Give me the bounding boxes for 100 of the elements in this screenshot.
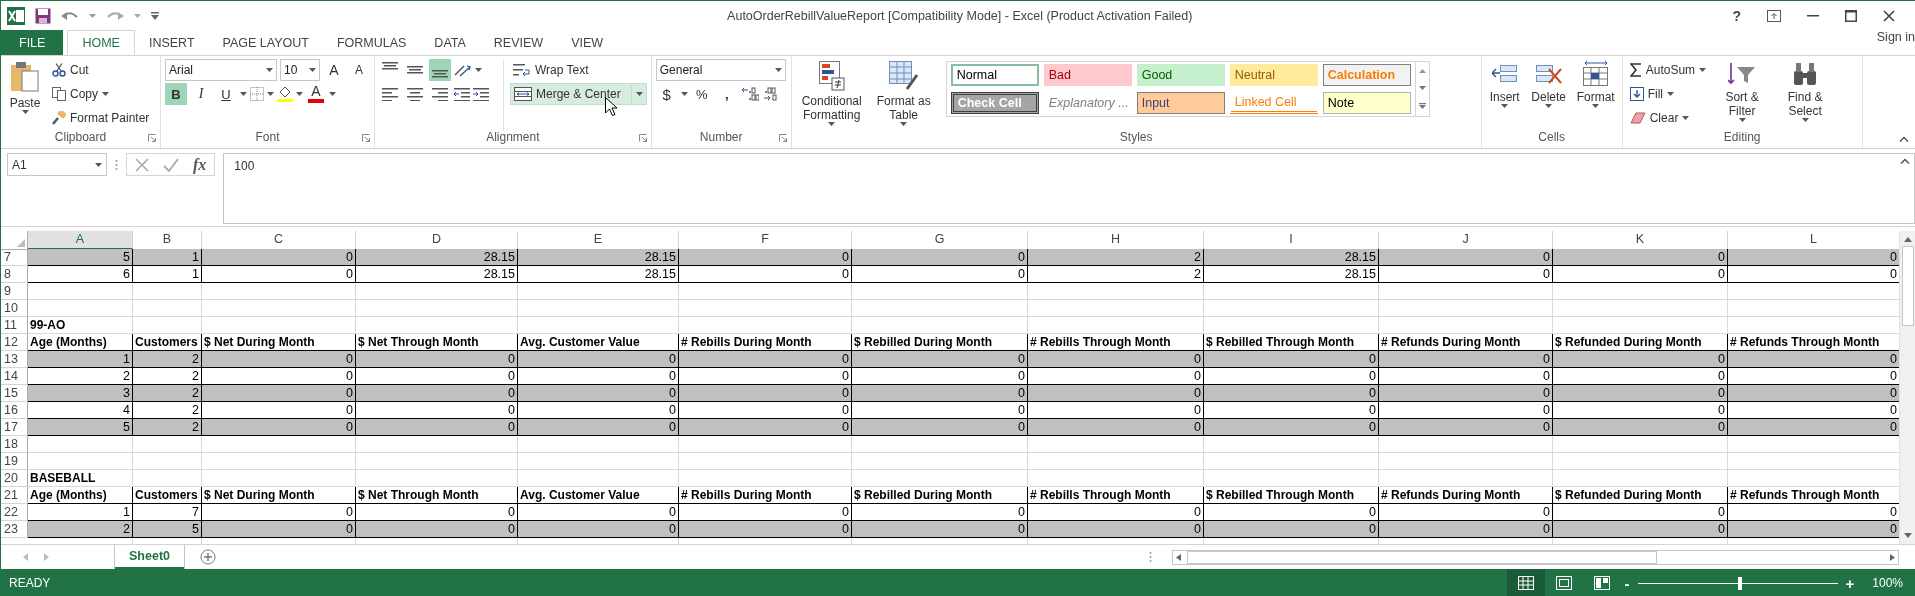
cell-style-option[interactable]: Normal: [950, 64, 1039, 86]
row-header[interactable]: 20: [1, 470, 28, 487]
view-button[interactable]: [1506, 569, 1545, 596]
table-cell: 2: [133, 351, 202, 368]
find-select-button[interactable]: Find & Select: [1775, 59, 1836, 130]
table-cell: 0: [1028, 521, 1204, 538]
insert-button[interactable]: Insert: [1485, 59, 1524, 130]
zoom-slider-thumb[interactable]: [1737, 576, 1742, 590]
ribbon-tab[interactable]: FORMULAS: [322, 30, 421, 55]
paste-button[interactable]: Paste: [5, 59, 45, 130]
zoom-in-button[interactable]: +: [1841, 574, 1859, 592]
table-cell: 5: [28, 249, 133, 266]
row-header[interactable]: 10: [1, 300, 28, 317]
sheet-tab[interactable]: Sheet0: [115, 545, 184, 569]
copy-button[interactable]: Copy: [49, 83, 153, 105]
row-header[interactable]: 22: [1, 504, 28, 521]
fill-button[interactable]: Fill: [1626, 83, 1710, 105]
sigma-icon: [1629, 63, 1642, 77]
row-header[interactable]: 11: [1, 317, 28, 334]
window-title: AutoOrderRebillValueReport [Compatibility Mode] - Excel (Product Activation Failed): [726, 8, 1194, 23]
ribbon-tab[interactable]: VIEW: [557, 30, 618, 55]
caret-icon: [1801, 118, 1809, 122]
insert-function-button[interactable]: fx: [193, 155, 207, 174]
formula-input[interactable]: 100: [223, 153, 1915, 224]
zoom-out-button[interactable]: -: [1620, 574, 1634, 592]
undo-icon: [61, 9, 79, 22]
cell-style-option[interactable]: Note: [1322, 92, 1411, 114]
dialog-launcher-icon: [148, 134, 156, 142]
wrap-text-button[interactable]: Wrap Text: [510, 59, 647, 81]
scrollbar-thumb[interactable]: [1901, 246, 1914, 326]
help-button[interactable]: ?: [1732, 7, 1741, 24]
format-painter-button[interactable]: Format Painter: [49, 107, 153, 129]
row-header[interactable]: 12: [1, 334, 28, 351]
comma-style-button[interactable]: ,: [715, 83, 738, 105]
row-header[interactable]: 16: [1, 402, 28, 419]
binoculars-icon: [1792, 61, 1819, 87]
cell-style-option[interactable]: Input: [1136, 92, 1225, 114]
collapse-formula-bar-icon: [1900, 158, 1910, 164]
row-header[interactable]: 19: [1, 453, 28, 470]
delete-button[interactable]: Delete: [1527, 59, 1570, 130]
table-cell: 0: [679, 266, 852, 283]
table-cell: 0: [202, 351, 356, 368]
font-name-field[interactable]: Arial: [165, 59, 277, 81]
zoom-level-text: 100%: [1871, 576, 1904, 590]
copy-icon: [52, 87, 66, 101]
bold-button[interactable]: B: [165, 83, 187, 105]
column-heading-cell: $ Rebilled During Month: [852, 487, 1028, 504]
font-color-button[interactable]: A: [306, 83, 326, 105]
table-cell: 0: [202, 419, 356, 436]
underline-button[interactable]: U: [215, 83, 237, 105]
scroll-up-icon: [1418, 68, 1426, 73]
format-as-table-button[interactable]: Format as Table: [871, 59, 936, 130]
vertical-align-button[interactable]: [429, 59, 451, 81]
ribbon-tab[interactable]: HOME: [67, 30, 135, 55]
row-header[interactable]: 9: [1, 283, 28, 300]
currency-button[interactable]: $: [655, 83, 678, 105]
sign-in-link[interactable]: Sign in: [1876, 30, 1915, 44]
table-cell: 3: [28, 385, 133, 402]
scrollbar-track[interactable]: [1172, 549, 1899, 565]
cell-style-option[interactable]: Neutral: [1229, 64, 1318, 86]
italic-button[interactable]: I: [190, 83, 212, 105]
row-header[interactable]: 21: [1, 487, 28, 504]
file-tab[interactable]: FILE: [1, 30, 64, 55]
cell-style-option[interactable]: Bad: [1043, 64, 1132, 86]
ribbon-tab[interactable]: DATA: [420, 30, 480, 55]
section-title-cell-text: 99-AO: [29, 317, 67, 334]
ribbon-tab[interactable]: INSERT: [134, 30, 209, 55]
number-format-field[interactable]: General: [655, 59, 786, 81]
table-cell: 2: [1028, 266, 1204, 283]
caret-icon: [1545, 104, 1553, 108]
ribbon-tab[interactable]: PAGE LAYOUT: [208, 30, 323, 55]
align-lines-icon: [382, 87, 398, 101]
autosum-button[interactable]: AutoSum: [1626, 59, 1710, 81]
scrollbar-thumb[interactable]: [1187, 550, 1657, 564]
table-cell: 0: [1553, 266, 1728, 283]
table-cell: 2: [133, 419, 202, 436]
row-header[interactable]: 14: [1, 368, 28, 385]
column-heading-cell: Avg. Customer Value: [518, 487, 679, 504]
name-box[interactable]: A1: [7, 153, 107, 176]
row-header[interactable]: 18: [1, 436, 28, 453]
row-header[interactable]: 8: [1, 266, 28, 283]
group-label: Number: [699, 130, 743, 144]
status-text: READY: [9, 576, 51, 590]
merge-center-button[interactable]: Merge & Center: [510, 83, 647, 105]
clear-button[interactable]: Clear: [1626, 107, 1710, 129]
font-size-field[interactable]: 10: [280, 59, 320, 81]
conditional-formatting-button[interactable]: Conditional Formatting: [795, 59, 868, 130]
table-cell: 0: [852, 385, 1028, 402]
percent-button[interactable]: %: [690, 83, 713, 105]
sort-filter-button[interactable]: Sort & Filter: [1713, 59, 1772, 130]
table-cell: 0: [1553, 521, 1728, 538]
decrease-font-size-button[interactable]: A: [348, 59, 370, 81]
align-lines-icon: [407, 66, 423, 74]
format-button[interactable]: Format: [1573, 59, 1618, 130]
increase-font-size-button[interactable]: A: [323, 59, 345, 81]
caret-icon: [102, 92, 109, 96]
table-cell: 0: [518, 521, 679, 538]
cell-style-option[interactable]: Good: [1136, 64, 1225, 86]
cut-button[interactable]: Cut: [49, 59, 153, 81]
ribbon-tab[interactable]: REVIEW: [479, 30, 558, 55]
